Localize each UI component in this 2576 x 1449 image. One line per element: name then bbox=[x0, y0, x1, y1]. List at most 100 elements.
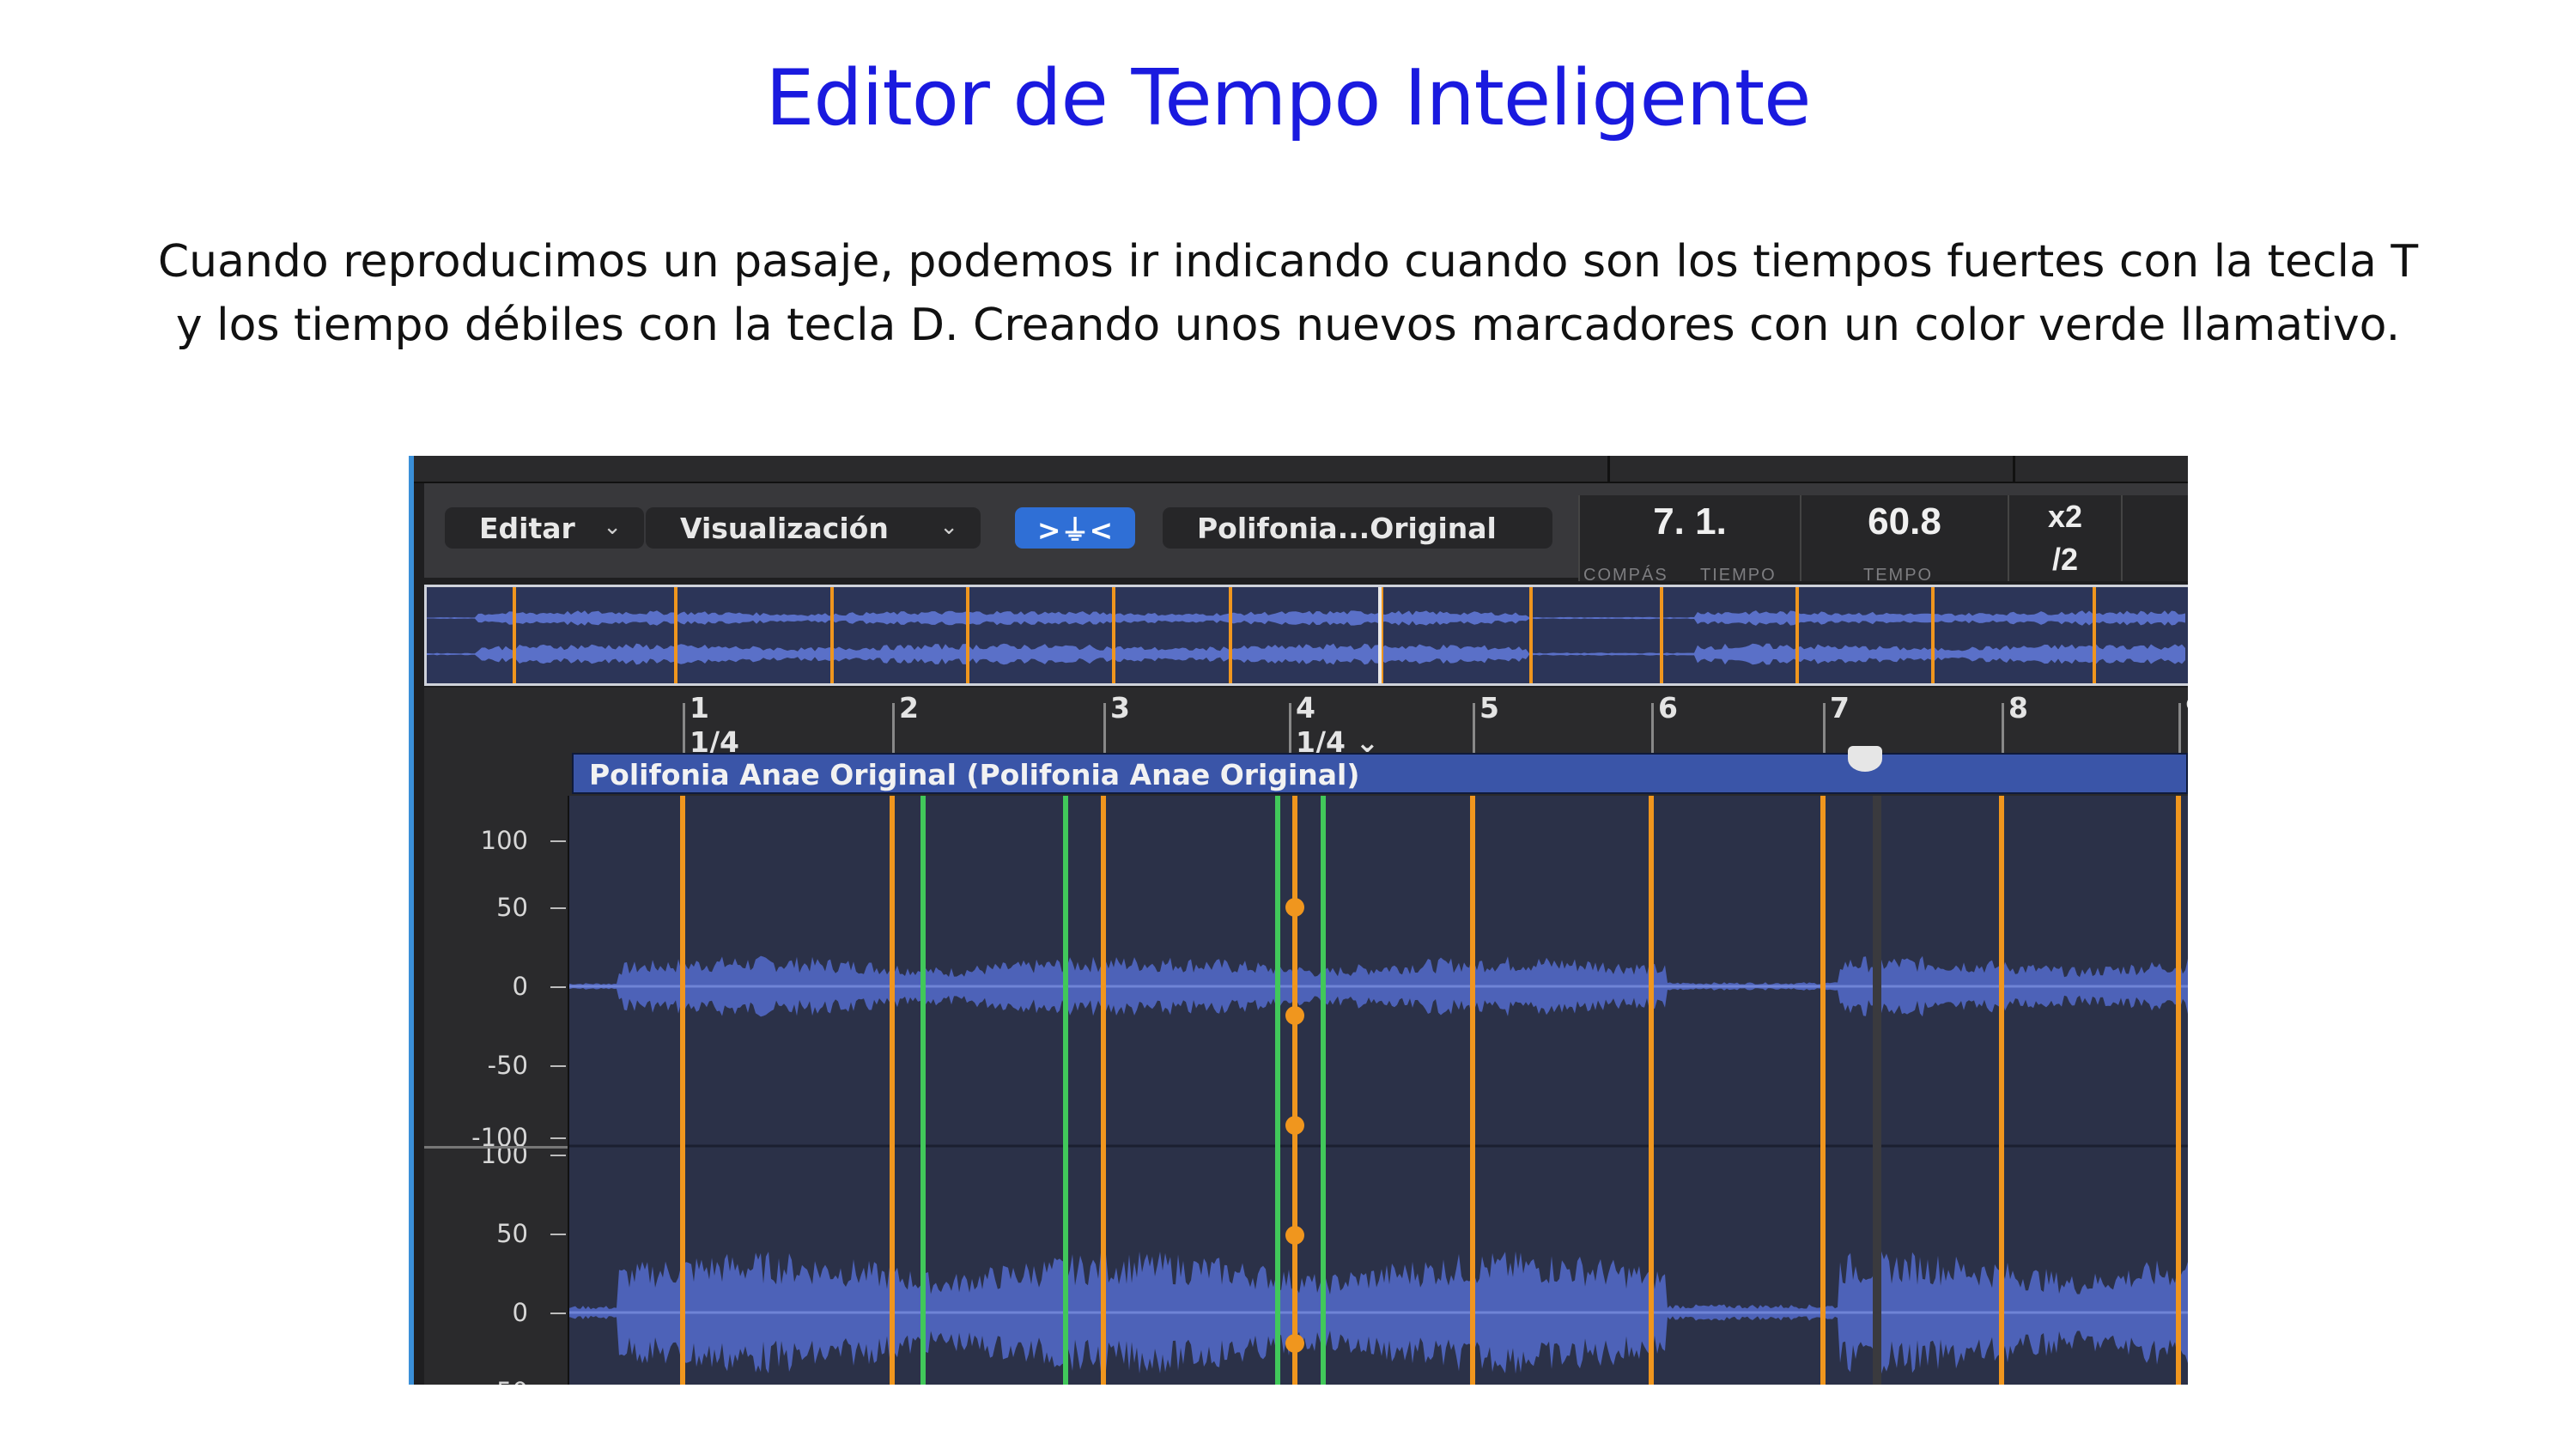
overview-beat-marker bbox=[1795, 587, 1799, 683]
chevron-down-icon: ⌄ bbox=[603, 514, 622, 540]
bar-number: 1 bbox=[690, 691, 709, 724]
playhead-handle[interactable] bbox=[1848, 746, 1882, 772]
marker-handle[interactable] bbox=[1285, 1006, 1304, 1025]
marker-handle[interactable] bbox=[1285, 898, 1304, 917]
bar-tick bbox=[2178, 703, 2181, 753]
smart-tempo-editor-screenshot: Editar ⌄ Visualización ⌄ >⏚< Polifonia..… bbox=[409, 456, 2188, 1385]
amplitude-label: 100 bbox=[480, 1140, 528, 1169]
beat-marker[interactable] bbox=[1999, 796, 2004, 1385]
playhead-line[interactable] bbox=[1873, 796, 1881, 1385]
beat-marker[interactable] bbox=[1820, 796, 1826, 1385]
tap-tempo-marker[interactable] bbox=[1321, 796, 1326, 1385]
tempo-double-button[interactable]: x2 bbox=[2008, 495, 2121, 538]
tempo-display[interactable]: 60.8 TEMPO bbox=[1800, 495, 2008, 585]
bar-number: 4 bbox=[1296, 691, 1315, 724]
region-name: Polifonia Anae Original (Polifonia Anae … bbox=[589, 758, 1360, 791]
position-display[interactable]: 7. 1. COMPÁS TIEMPO bbox=[1578, 495, 1800, 585]
amplitude-tick bbox=[550, 1313, 566, 1314]
bar-number: 6 bbox=[1658, 691, 1678, 724]
beat-marker[interactable] bbox=[1101, 796, 1106, 1385]
bar-number: 2 bbox=[899, 691, 919, 724]
bar-number: 7 bbox=[1830, 691, 1850, 724]
overview-beat-marker bbox=[674, 587, 677, 683]
region-selector[interactable]: Polifonia...Original bbox=[1163, 507, 1552, 549]
view-menu-button[interactable]: Visualización ⌄ bbox=[646, 507, 981, 549]
tempo-value: 60.8 bbox=[1868, 500, 1941, 543]
bar-tick bbox=[683, 703, 685, 753]
top-header-strip bbox=[414, 456, 2188, 483]
amplitude-label: 50 bbox=[496, 893, 528, 922]
beat-marker[interactable] bbox=[680, 796, 685, 1385]
bar-tick bbox=[2002, 703, 2004, 753]
bar-number: 9 bbox=[2185, 691, 2188, 724]
overview-beat-marker bbox=[513, 587, 516, 683]
tap-tempo-marker[interactable] bbox=[920, 796, 926, 1385]
marker-handle[interactable] bbox=[1285, 1334, 1304, 1353]
window-edge bbox=[409, 456, 414, 1385]
marker-handle[interactable] bbox=[1285, 1116, 1304, 1135]
bar-tick bbox=[1103, 703, 1106, 753]
position-label-beat: TIEMPO bbox=[1700, 566, 1777, 585]
amplitude-label: -50 bbox=[488, 1377, 528, 1385]
y-axis: 100500-50-100100500-50 bbox=[424, 796, 569, 1385]
amplitude-label: -50 bbox=[487, 1051, 528, 1080]
bar-number: 3 bbox=[1110, 691, 1130, 724]
display-edge bbox=[2121, 495, 2188, 581]
overview-beat-marker bbox=[1931, 587, 1935, 683]
overview-wave bbox=[427, 610, 2185, 626]
overview-playhead bbox=[1378, 587, 1382, 683]
overview-beat-marker bbox=[830, 587, 834, 683]
position-label-bar: COMPÁS bbox=[1583, 566, 1668, 585]
amplitude-label: 50 bbox=[496, 1219, 528, 1248]
bar-tick bbox=[1651, 703, 1654, 753]
region-header[interactable]: Polifonia Anae Original (Polifonia Anae … bbox=[572, 753, 2188, 794]
amplitude-label: 0 bbox=[512, 972, 528, 1001]
view-menu-label: Visualización bbox=[680, 511, 889, 545]
bar-tick bbox=[892, 703, 895, 753]
region-selector-label: Polifonia...Original bbox=[1197, 511, 1497, 545]
overview-beat-marker bbox=[966, 587, 969, 683]
chevron-down-icon: ⌄ bbox=[939, 514, 958, 540]
amplitude-tick bbox=[550, 1065, 566, 1067]
paragraph-line-2: y los tiempo débiles con la tecla D. Cre… bbox=[175, 300, 2401, 351]
amplitude-label: 100 bbox=[480, 826, 528, 855]
edit-menu-button[interactable]: Editar ⌄ bbox=[445, 507, 644, 549]
tap-tempo-marker[interactable] bbox=[1275, 796, 1280, 1385]
bar-tick bbox=[1823, 703, 1826, 753]
overview-waveform bbox=[427, 587, 2185, 683]
beat-marker[interactable] bbox=[1470, 796, 1475, 1385]
bar-tick bbox=[1289, 703, 1291, 753]
beat-marker[interactable] bbox=[1292, 796, 1297, 1385]
bar-tick bbox=[1473, 703, 1475, 753]
header-divider bbox=[2013, 456, 2015, 482]
position-value: 7. 1. bbox=[1653, 500, 1727, 543]
overview-wave bbox=[427, 643, 2185, 665]
bar-number: 8 bbox=[2008, 691, 2028, 724]
slide-title: Editor de Tempo Inteligente bbox=[765, 53, 1811, 143]
beat-marker[interactable] bbox=[1649, 796, 1654, 1385]
tap-tempo-marker[interactable] bbox=[1063, 796, 1068, 1385]
overview-beat-marker bbox=[2093, 587, 2096, 683]
tempo-half-button[interactable]: /2 bbox=[2008, 538, 2121, 581]
header-divider bbox=[1607, 456, 1610, 482]
slide-paragraph: Cuando reproducimos un pasaje, podemos i… bbox=[129, 230, 2447, 357]
ruler-header-left bbox=[424, 688, 569, 797]
bar-number: 5 bbox=[1479, 691, 1499, 724]
overview-beat-marker bbox=[1660, 587, 1663, 683]
beat-marker[interactable] bbox=[890, 796, 895, 1385]
catch-filter-button[interactable]: >⏚< bbox=[1015, 507, 1135, 549]
amplitude-tick bbox=[550, 1137, 566, 1139]
amplitude-tick bbox=[550, 1234, 566, 1235]
overview-beat-marker bbox=[1529, 587, 1533, 683]
paragraph-line-1: Cuando reproducimos un pasaje, podemos i… bbox=[157, 236, 2419, 288]
tempo-label: TEMPO bbox=[1863, 566, 1934, 585]
amplitude-tick bbox=[550, 840, 566, 842]
channel-divider bbox=[424, 1146, 568, 1149]
beat-marker[interactable] bbox=[2176, 796, 2181, 1385]
marker-handle[interactable] bbox=[1285, 1226, 1304, 1245]
track-waveform bbox=[568, 796, 2188, 1385]
amplitude-tick bbox=[550, 986, 566, 988]
amplitude-tick bbox=[550, 907, 566, 909]
overview-beat-marker bbox=[1112, 587, 1115, 683]
overview-beat-marker bbox=[1229, 587, 1232, 683]
